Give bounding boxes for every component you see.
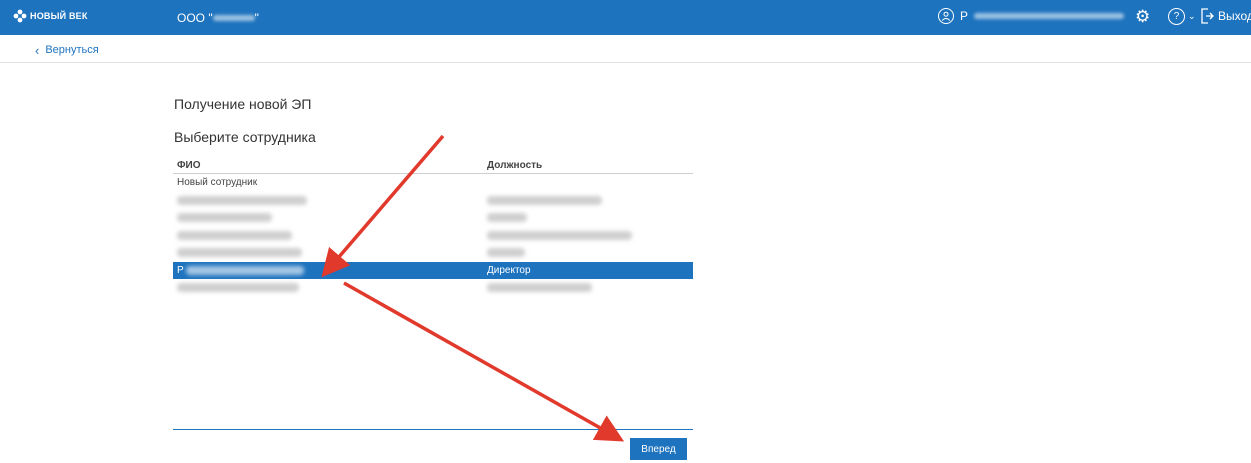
user-menu[interactable]: Р (938, 8, 1125, 24)
org-name-redacted (212, 15, 255, 21)
exit-label: Выход (1218, 9, 1251, 23)
row-position-redacted (483, 247, 693, 258)
column-header-name: ФИО (177, 160, 201, 171)
next-button[interactable]: Вперед (630, 438, 687, 460)
org-suffix: " (254, 11, 259, 25)
table-row[interactable] (173, 227, 693, 245)
row-name-initial: Р (177, 264, 184, 276)
row-position-redacted (483, 230, 693, 241)
help-icon: ? (1168, 8, 1185, 25)
back-label: Вернуться (45, 44, 99, 56)
column-header-position: Должность (487, 160, 543, 171)
table-header: ФИО Должность (173, 154, 693, 174)
table-row[interactable] (173, 209, 693, 227)
row-position: Директор (487, 264, 531, 276)
row-name: Новый сотрудник (177, 177, 258, 189)
row-position-redacted (483, 212, 693, 223)
row-position-redacted (483, 282, 693, 293)
user-name-redacted (974, 13, 1125, 19)
exit-button[interactable]: Выход (1200, 8, 1251, 24)
row-name-redacted (173, 195, 483, 206)
table-row[interactable]: Новый сотрудник (173, 174, 693, 192)
row-name-redacted (173, 247, 483, 258)
user-name-initial: Р (960, 9, 969, 23)
logo[interactable]: НОВЫЙ ВЕК (13, 9, 88, 23)
help-menu[interactable]: ? ⌄ (1168, 8, 1196, 25)
table-row[interactable] (173, 244, 693, 262)
page-title: Получение новой ЭП (174, 96, 312, 112)
row-name-redacted (173, 230, 483, 241)
section-title: Выберите сотрудника (174, 129, 316, 145)
back-link[interactable]: ‹ Вернуться (35, 42, 99, 58)
row-name: Р (173, 265, 483, 276)
chevron-down-icon: ⌄ (1188, 11, 1196, 21)
org-prefix: ООО " (177, 11, 213, 25)
table-row[interactable] (173, 279, 693, 297)
exit-icon (1201, 8, 1214, 24)
gear-icon[interactable]: ⚙ (1135, 8, 1150, 25)
row-name-redacted (173, 212, 483, 223)
logo-text: НОВЫЙ ВЕК (30, 10, 88, 21)
annotation-arrow-to-button (343, 281, 625, 442)
employee-table: ФИО Должность Новый сотрудник Р Директор (173, 154, 693, 297)
organization-name: ООО " " (177, 11, 259, 25)
header-divider (0, 62, 1251, 63)
chevron-left-icon: ‹ (35, 42, 40, 58)
top-bar: НОВЫЙ ВЕК ООО " " Р ⚙ ? ⌄ Выход (0, 0, 1251, 35)
row-name-redacted (173, 282, 483, 293)
footer-divider (173, 429, 693, 430)
logo-icon (13, 9, 27, 23)
row-position-redacted (483, 195, 693, 206)
user-icon (938, 8, 954, 24)
table-row-selected[interactable]: Р Директор (173, 261, 693, 279)
table-row[interactable] (173, 192, 693, 210)
